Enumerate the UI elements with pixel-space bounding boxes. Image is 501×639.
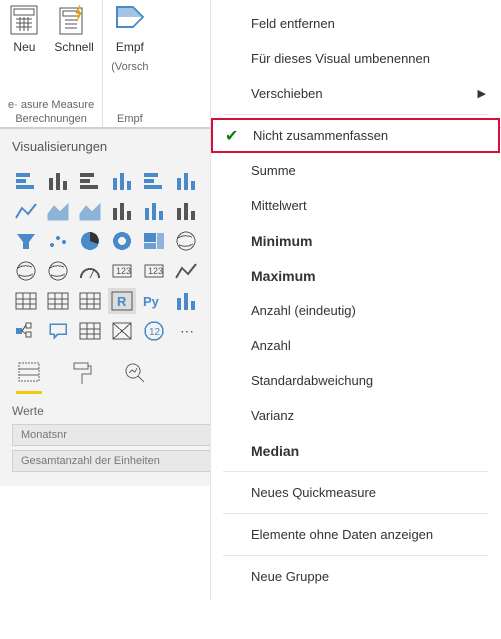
menu-separator bbox=[223, 471, 488, 472]
calculator-icon bbox=[8, 4, 40, 36]
viz-clustered-column[interactable] bbox=[108, 168, 136, 194]
panel-tabs bbox=[12, 358, 198, 394]
viz-custom[interactable]: ⋯ bbox=[172, 318, 200, 344]
new-measure-label: Neu bbox=[13, 40, 35, 56]
svg-text:Py: Py bbox=[143, 294, 160, 309]
menu-rename-visual[interactable]: Für dieses Visual umbenennen bbox=[211, 41, 500, 76]
viz-card[interactable]: 123 bbox=[108, 258, 136, 284]
menu-minimum[interactable]: Minimum bbox=[211, 223, 500, 258]
viz-map[interactable] bbox=[172, 228, 200, 254]
viz-stacked-column[interactable] bbox=[76, 168, 104, 194]
values-section-label: Werte bbox=[12, 404, 198, 418]
viz-funnel[interactable] bbox=[12, 228, 40, 254]
viz-pie[interactable] bbox=[76, 228, 104, 254]
viz-line-column[interactable] bbox=[108, 198, 136, 224]
menu-average[interactable]: Mittelwert bbox=[211, 188, 500, 223]
menu-show-no-data[interactable]: Elemente ohne Daten anzeigen bbox=[211, 517, 500, 552]
viz-powerapps[interactable]: 12 bbox=[140, 318, 168, 344]
viz-column-100[interactable] bbox=[172, 168, 200, 194]
viz-r-visual[interactable]: R bbox=[108, 288, 136, 314]
viz-gauge[interactable] bbox=[76, 258, 104, 284]
visualization-grid: 123 123 R Py 12 ⋯ bbox=[12, 168, 198, 344]
visualizations-panel: Visualisierungen 123123RPy12⋯ Werte Mona… bbox=[0, 128, 210, 486]
svg-text:R: R bbox=[117, 294, 127, 309]
menu-new-quickmeasure[interactable]: Neues Quickmeasure bbox=[211, 475, 500, 510]
viz-table[interactable] bbox=[44, 288, 72, 314]
viz-slicer[interactable] bbox=[12, 288, 40, 314]
menu-variance[interactable]: Varianz bbox=[211, 398, 500, 433]
menu-remove-field[interactable]: Feld entfernen bbox=[211, 6, 500, 41]
viz-scatter[interactable] bbox=[44, 228, 72, 254]
viz-area[interactable] bbox=[44, 198, 72, 224]
measure-sublabel: e· asure Measure bbox=[8, 99, 94, 111]
svg-text:12: 12 bbox=[149, 327, 161, 338]
paint-roller-icon bbox=[72, 362, 92, 384]
quick-measure-label: Schnell bbox=[54, 40, 93, 56]
group-caption-sensitivity: Empf bbox=[117, 113, 143, 125]
menu-count[interactable]: Anzahl bbox=[211, 328, 500, 363]
check-icon: ✔ bbox=[225, 126, 238, 146]
fields-tab[interactable] bbox=[16, 358, 42, 394]
menu-sum[interactable]: Summe bbox=[211, 153, 500, 188]
menu-separator bbox=[223, 513, 488, 514]
analytics-icon bbox=[124, 362, 146, 384]
calculator-bolt-icon bbox=[58, 4, 90, 36]
label-icon bbox=[114, 4, 146, 36]
viz-paginated[interactable] bbox=[76, 318, 104, 344]
sensitivity-sublabel: (Vorsch bbox=[111, 60, 148, 74]
svg-text:123: 123 bbox=[148, 266, 163, 276]
sensitivity-label: Empf bbox=[116, 40, 144, 56]
viz-clustered-bar[interactable] bbox=[44, 168, 72, 194]
menu-dont-summarize-label: Nicht zusammenfassen bbox=[253, 128, 388, 143]
viz-arcgis[interactable] bbox=[108, 318, 136, 344]
viz-line[interactable] bbox=[12, 198, 40, 224]
viz-stacked-bar[interactable] bbox=[12, 168, 40, 194]
viz-stacked-area[interactable] bbox=[76, 198, 104, 224]
svg-text:⋯: ⋯ bbox=[180, 323, 194, 339]
quick-measure-button[interactable]: Schnell bbox=[54, 4, 93, 56]
new-measure-button[interactable]: Neu bbox=[8, 4, 40, 56]
viz-decomposition[interactable] bbox=[12, 318, 40, 344]
context-menu: Feld entfernen Für dieses Visual umbenen… bbox=[210, 0, 500, 600]
viz-donut[interactable] bbox=[108, 228, 136, 254]
viz-stacked-bar-100[interactable] bbox=[140, 168, 168, 194]
viz-filled-map[interactable] bbox=[12, 258, 40, 284]
menu-count-distinct[interactable]: Anzahl (eindeutig) bbox=[211, 293, 500, 328]
menu-stddev[interactable]: Standardabweichung bbox=[211, 363, 500, 398]
menu-move[interactable]: Verschieben ▶ bbox=[211, 76, 500, 111]
viz-key-influencers[interactable] bbox=[172, 288, 200, 314]
group-caption-calculations: Berechnungen bbox=[15, 113, 87, 125]
menu-move-label: Verschieben bbox=[251, 86, 323, 101]
viz-kpi[interactable] bbox=[172, 258, 200, 284]
menu-dont-summarize[interactable]: ✔ Nicht zusammenfassen bbox=[211, 118, 500, 153]
viz-python-visual[interactable]: Py bbox=[140, 288, 168, 314]
panel-title: Visualisierungen bbox=[12, 139, 198, 154]
viz-treemap[interactable] bbox=[140, 228, 168, 254]
menu-median[interactable]: Median bbox=[211, 433, 500, 468]
svg-text:123: 123 bbox=[116, 266, 131, 276]
menu-maximum[interactable]: Maximum bbox=[211, 258, 500, 293]
viz-multi-card[interactable]: 123 bbox=[140, 258, 168, 284]
menu-separator bbox=[223, 555, 488, 556]
format-tab[interactable] bbox=[70, 358, 94, 394]
sensitivity-button[interactable]: Empf (Vorsch bbox=[111, 4, 148, 74]
menu-separator bbox=[223, 114, 488, 115]
viz-matrix[interactable] bbox=[76, 288, 104, 314]
submenu-arrow-icon: ▶ bbox=[478, 87, 486, 100]
fields-icon bbox=[18, 362, 40, 382]
ribbon-group-sensitivity: Empf (Vorsch Empf bbox=[103, 0, 156, 127]
menu-new-group[interactable]: Neue Gruppe bbox=[211, 559, 500, 594]
viz-q-and-a[interactable] bbox=[44, 318, 72, 344]
viz-ribbon[interactable] bbox=[140, 198, 168, 224]
analytics-tab[interactable] bbox=[122, 358, 148, 394]
viz-waterfall[interactable] bbox=[172, 198, 200, 224]
ribbon-group-calculations: Neu Schnell e· asure Measure Berechnunge… bbox=[0, 0, 103, 127]
viz-shape-map[interactable] bbox=[44, 258, 72, 284]
